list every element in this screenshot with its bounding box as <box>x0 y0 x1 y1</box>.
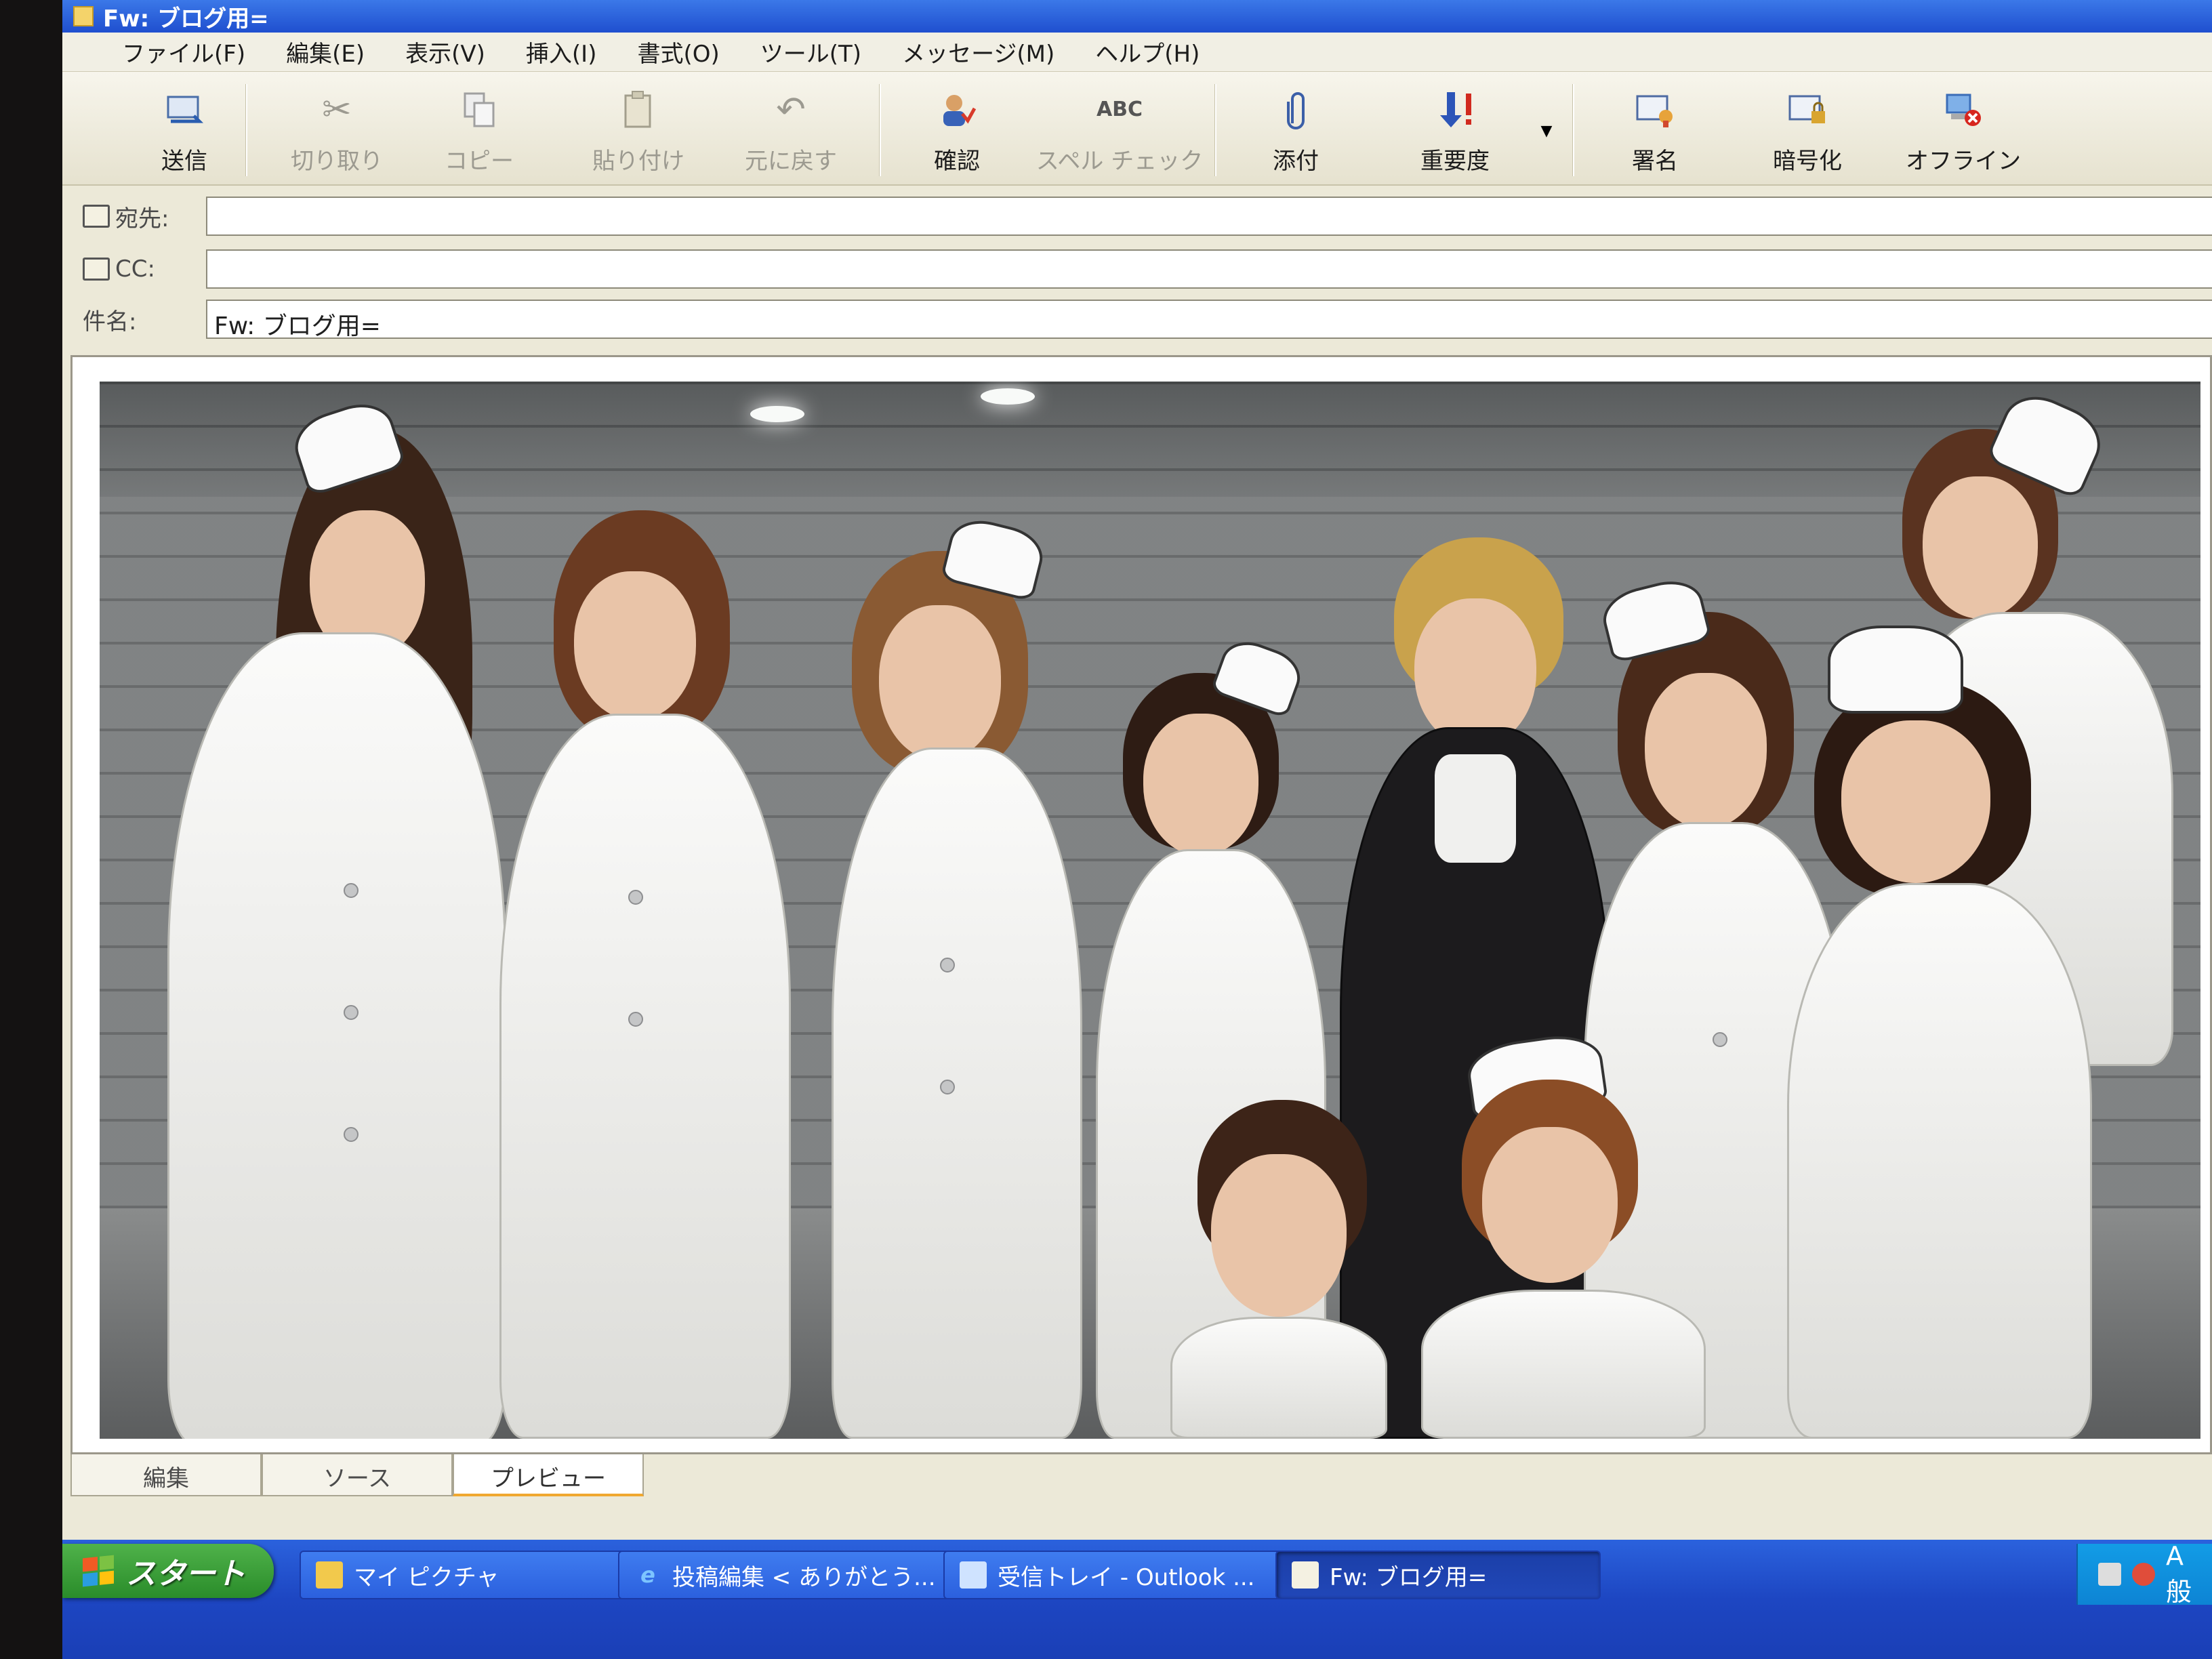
compose-icon <box>1292 1561 1319 1589</box>
send-icon <box>163 88 206 131</box>
compose-icon <box>73 6 94 26</box>
paperclip-icon <box>1274 88 1317 131</box>
system-tray: A 般 <box>2076 1541 2212 1608</box>
outlook-express-compose-window: Fw: ブログ用= ファイル(F) 編集(E) 表示(V) 挿入(I) 書式(O… <box>62 0 2212 1659</box>
embedded-group-photo[interactable] <box>100 382 2200 1439</box>
toolbar: 送信 ✂ 切り取り コピー 貼り付け ↶ 元に戻す 確認 ABC スペル チェッ… <box>62 72 2212 186</box>
tab-edit[interactable]: 編集 <box>70 1454 262 1496</box>
menu-view[interactable]: 表示(V) <box>386 35 507 68</box>
scissors-icon: ✂ <box>322 89 352 130</box>
check-names-button[interactable]: 確認 <box>923 83 991 178</box>
check-names-icon <box>935 88 979 131</box>
subject-row: 件名: Fw: ブログ用= <box>62 298 2212 340</box>
address-book-icon[interactable] <box>83 258 110 281</box>
photo-person <box>1787 626 2099 1439</box>
copy-button[interactable]: コピー <box>442 83 516 178</box>
security-icon[interactable] <box>2131 1563 2155 1586</box>
cc-row: CC: <box>62 248 2212 290</box>
keyboard-icon[interactable] <box>2098 1563 2121 1586</box>
priority-dropdown[interactable]: ▼ <box>1533 83 1560 178</box>
menu-format[interactable]: 書式(O) <box>618 35 741 68</box>
lock-icon <box>1786 88 1829 131</box>
spellcheck-icon: ABC <box>1096 98 1143 121</box>
send-button[interactable]: 送信 <box>144 83 225 178</box>
menu-help[interactable]: ヘルプ(H) <box>1076 35 1221 68</box>
title-bar: Fw: ブログ用= <box>62 0 2212 33</box>
to-row: 宛先: <box>62 195 2212 237</box>
sign-button[interactable]: 署名 <box>1621 83 1689 178</box>
cc-field[interactable] <box>206 249 2212 289</box>
photo-person <box>140 394 506 1439</box>
photo-person <box>479 510 798 1439</box>
cut-button[interactable]: ✂ 切り取り <box>286 83 388 178</box>
priority-button[interactable]: 重要度 <box>1411 83 1499 178</box>
menu-message[interactable]: メッセージ(M) <box>883 35 1076 68</box>
offline-icon <box>1942 88 1985 131</box>
toolbar-separator <box>1572 84 1574 176</box>
photo-person <box>825 513 1082 1439</box>
to-field[interactable] <box>206 197 2212 236</box>
sign-icon <box>1633 88 1677 131</box>
paste-button[interactable]: 貼り付け <box>591 83 686 178</box>
menu-tools[interactable]: ツール(T) <box>741 35 883 68</box>
ime-indicator[interactable]: A 般 <box>2166 1541 2212 1608</box>
taskbar-item-ie[interactable]: e 投稿編集 < ありがとう... <box>618 1551 984 1599</box>
view-tabs: 編集 ソース プレビュー <box>70 1454 2212 1498</box>
tab-preview[interactable]: プレビュー <box>453 1454 644 1496</box>
address-book-icon[interactable] <box>83 205 110 228</box>
paste-icon <box>617 88 660 131</box>
cc-label: CC: <box>115 255 155 283</box>
toolbar-separator <box>245 84 247 176</box>
encrypt-button[interactable]: 暗号化 <box>1763 83 1851 178</box>
toolbar-separator <box>879 84 881 176</box>
to-label: 宛先: <box>115 205 169 232</box>
menu-bar: ファイル(F) 編集(E) 表示(V) 挿入(I) 書式(O) ツール(T) メ… <box>62 33 2212 72</box>
attach-button[interactable]: 添付 <box>1262 83 1330 178</box>
ie-icon: e <box>640 1562 655 1588</box>
taskbar-item-outlook[interactable]: 受信トレイ - Outlook ... <box>943 1551 1309 1599</box>
taskbar-item-my-pictures[interactable]: マイ ピクチャ <box>300 1551 665 1599</box>
undo-icon: ↶ <box>776 89 806 130</box>
window-title: Fw: ブログ用= <box>103 5 269 33</box>
windows-logo-icon <box>83 1555 114 1587</box>
start-button[interactable]: スタート <box>62 1544 274 1598</box>
taskbar: スタート マイ ピクチャ e 投稿編集 < ありがとう... 受信トレイ - O… <box>62 1540 2212 1659</box>
message-header: 宛先: CC: 件名: Fw: ブログ用= <box>62 186 2212 352</box>
menu-edit[interactable]: 編集(E) <box>267 35 386 68</box>
taskbar-item-compose[interactable]: Fw: ブログ用= <box>1275 1551 1601 1599</box>
chevron-down-icon: ▼ <box>1540 123 1553 140</box>
tab-source[interactable]: ソース <box>262 1454 453 1496</box>
outlook-icon <box>960 1561 987 1589</box>
folder-icon <box>316 1561 343 1589</box>
message-body[interactable] <box>70 355 2212 1454</box>
photo-person <box>1170 1100 1387 1439</box>
subject-label: 件名: <box>83 308 137 335</box>
undo-button[interactable]: ↶ 元に戻す <box>740 83 842 178</box>
menu-file[interactable]: ファイル(F) <box>103 35 267 68</box>
priority-icon <box>1433 88 1477 131</box>
menu-insert[interactable]: 挿入(I) <box>507 35 619 68</box>
spellcheck-button[interactable]: ABC スペル チェック <box>1036 83 1203 178</box>
offline-button[interactable]: オフライン <box>1906 83 2021 178</box>
subject-field[interactable]: Fw: ブログ用= <box>206 300 2212 340</box>
photo-person <box>1414 1029 1706 1439</box>
toolbar-separator <box>1214 84 1216 176</box>
copy-icon <box>457 88 501 131</box>
